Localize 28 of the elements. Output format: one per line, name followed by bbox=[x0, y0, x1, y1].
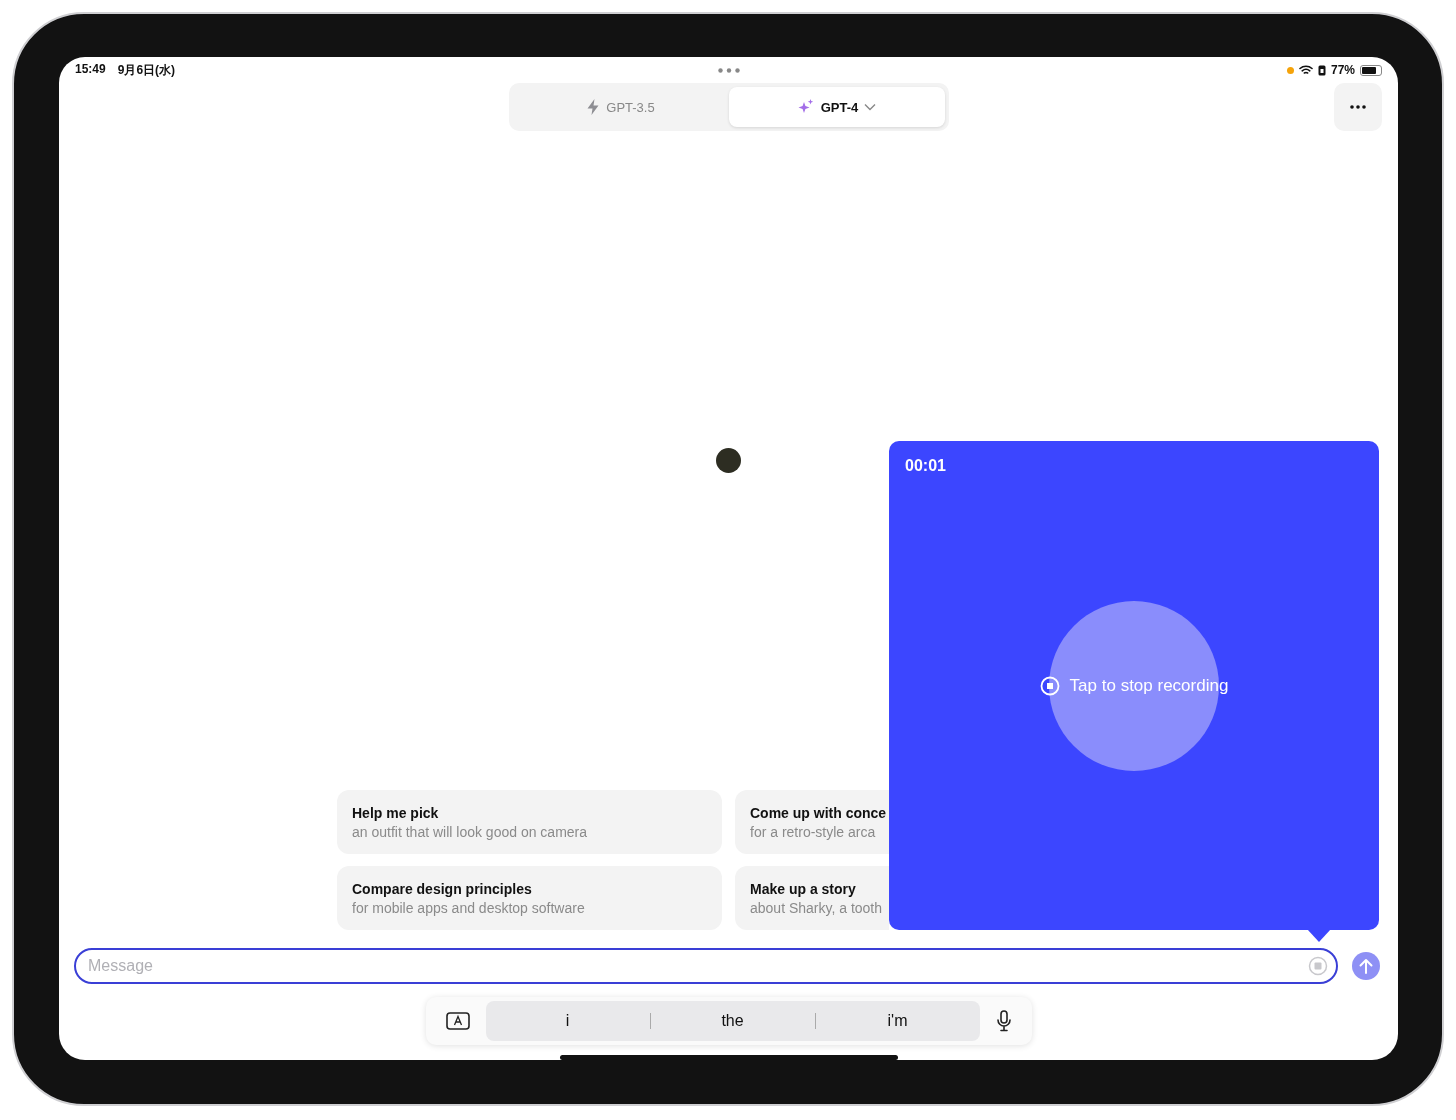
suggestion-card[interactable]: Come up with conce for a retro-style arca bbox=[735, 790, 889, 854]
more-icon bbox=[1350, 105, 1366, 109]
wifi-icon bbox=[1298, 65, 1313, 75]
microphone-icon[interactable] bbox=[995, 1010, 1012, 1032]
send-button[interactable] bbox=[1352, 952, 1380, 980]
stop-icon bbox=[1308, 956, 1328, 976]
lock-icon bbox=[1317, 64, 1326, 76]
recording-timer: 00:01 bbox=[905, 457, 946, 475]
multitasking-icon[interactable] bbox=[717, 67, 740, 73]
chevron-down-icon bbox=[864, 103, 877, 111]
status-time: 15:49 bbox=[75, 61, 106, 78]
word-suggestion[interactable]: i bbox=[485, 1012, 650, 1030]
privacy-indicator-icon bbox=[1286, 66, 1294, 74]
arrow-up-icon bbox=[1359, 958, 1373, 974]
loading-dot bbox=[716, 448, 741, 473]
status-date: 9月6日(水) bbox=[117, 61, 176, 79]
battery-icon bbox=[1360, 64, 1382, 76]
suggestion-card[interactable]: Help me pick an outfit that will look good on camera bbox=[337, 790, 722, 854]
lightning-icon bbox=[586, 98, 601, 116]
stop-icon bbox=[1039, 675, 1060, 696]
battery-percentage: 77% bbox=[1330, 63, 1355, 77]
keyboard-icon[interactable] bbox=[445, 1012, 470, 1030]
model-tab[interactable]: GPT-4 bbox=[728, 87, 945, 127]
word-suggestion[interactable]: i'm bbox=[815, 1012, 980, 1030]
message-field[interactable]: Message bbox=[74, 948, 1338, 984]
suggestion-card[interactable]: Make up a story about Sharky, a tooth bbox=[735, 866, 889, 930]
word-suggestion[interactable]: the bbox=[650, 1012, 815, 1030]
suggestion-card[interactable]: Compare design principles for mobile apps and desktop software bbox=[337, 866, 722, 930]
